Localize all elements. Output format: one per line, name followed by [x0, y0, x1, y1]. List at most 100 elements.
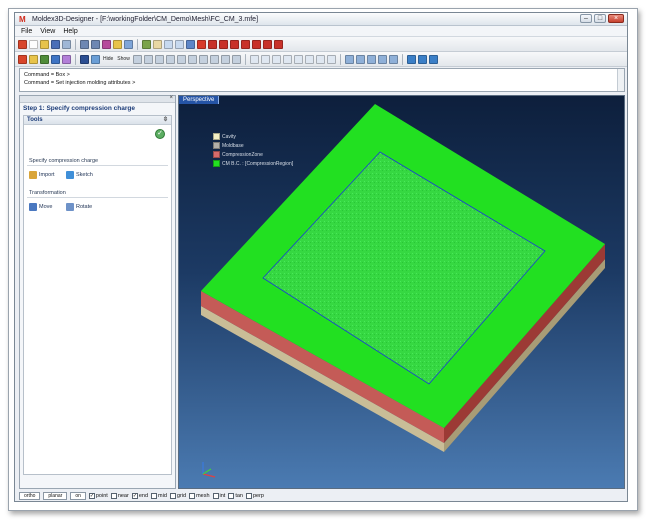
open-folder-icon[interactable] — [40, 39, 49, 49]
show-button[interactable]: Show — [116, 56, 131, 62]
select-icon[interactable] — [142, 39, 151, 49]
new-file-icon[interactable] — [29, 39, 38, 49]
point-tool-icon[interactable] — [18, 54, 27, 64]
snap-point[interactable]: ✓ point — [88, 493, 108, 499]
shape3-icon[interactable] — [176, 54, 186, 64]
confirm-check-icon[interactable]: ✓ — [155, 129, 165, 139]
check3-icon[interactable] — [428, 54, 438, 64]
snap-mesh[interactable]: mesh — [189, 493, 210, 499]
save-icon[interactable] — [51, 39, 60, 49]
sketch-button[interactable]: Sketch — [66, 171, 93, 179]
shape6-icon[interactable] — [209, 54, 219, 64]
mesh-tool-icon[interactable] — [51, 54, 60, 64]
checkbox-near[interactable] — [110, 493, 117, 499]
snap-icon[interactable] — [249, 54, 259, 64]
menu-help[interactable]: Help — [63, 28, 77, 35]
menu-file[interactable]: File — [21, 28, 32, 35]
measure2-icon[interactable] — [355, 54, 365, 64]
box-icon[interactable] — [132, 54, 142, 64]
planar-toggle[interactable]: planar — [43, 492, 68, 500]
snap-mid[interactable]: mid — [151, 493, 167, 499]
new-project-icon[interactable] — [18, 39, 27, 49]
view-iso-icon[interactable] — [263, 39, 272, 49]
on-toggle[interactable]: on — [70, 492, 86, 500]
measure4-icon[interactable] — [377, 54, 387, 64]
measure5-icon[interactable] — [388, 54, 398, 64]
shape-icon[interactable] — [154, 54, 164, 64]
close-panel-icon[interactable]: × — [169, 95, 173, 101]
view-left-icon[interactable] — [219, 39, 228, 49]
collapse-icon[interactable]: ⇳ — [163, 116, 168, 125]
snap-perp[interactable]: perp — [245, 493, 264, 499]
view-front-icon[interactable] — [197, 39, 206, 49]
view-back-icon[interactable] — [208, 39, 217, 49]
checkbox-mid[interactable] — [151, 493, 158, 499]
properties-icon[interactable] — [124, 39, 133, 49]
snap2-icon[interactable] — [260, 54, 270, 64]
snap6-icon[interactable] — [304, 54, 314, 64]
snap5-icon[interactable] — [293, 54, 303, 64]
measure-icon[interactable] — [344, 54, 354, 64]
print-icon[interactable] — [62, 39, 71, 49]
solid-icon[interactable] — [80, 54, 89, 64]
fit-view-icon[interactable] — [186, 39, 195, 49]
legend-swatch — [213, 151, 220, 158]
ortho-toggle[interactable]: ortho — [19, 492, 41, 500]
shape8-icon[interactable] — [231, 54, 241, 64]
checkbox-point[interactable]: ✓ — [88, 493, 95, 499]
command-log[interactable]: Command = Box > Command = Set injection … — [19, 68, 625, 92]
shape2-icon[interactable] — [165, 54, 175, 64]
legend: Cavity Moldbase CompressionZone CM B.C. … — [213, 132, 293, 168]
snap4-icon[interactable] — [282, 54, 292, 64]
undo-icon[interactable] — [80, 39, 89, 49]
view-iso2-icon[interactable] — [274, 39, 283, 49]
shape5-icon[interactable] — [198, 54, 208, 64]
light-icon[interactable] — [113, 39, 122, 49]
checkbox-int[interactable] — [212, 493, 219, 499]
checkbox-perp[interactable] — [245, 493, 252, 499]
view-top-icon[interactable] — [241, 39, 250, 49]
move-button[interactable]: Move — [29, 203, 52, 211]
view-right-icon[interactable] — [230, 39, 239, 49]
shape7-icon[interactable] — [220, 54, 230, 64]
snap-tan[interactable]: tan — [228, 493, 243, 499]
close-icon[interactable]: × — [608, 14, 624, 23]
measure3-icon[interactable] — [366, 54, 376, 64]
snap-end[interactable]: ✓ end — [131, 493, 148, 499]
checkbox-grid[interactable] — [169, 493, 176, 499]
checkbox-tan[interactable] — [228, 493, 235, 499]
rotate-button[interactable]: Rotate — [66, 203, 92, 211]
checkbox-end[interactable]: ✓ — [131, 493, 138, 499]
layer-tool-icon[interactable] — [62, 54, 71, 64]
zoom-icon[interactable] — [164, 39, 173, 49]
3d-viewport[interactable]: Perspective Cavity Moldbase CompressionZ… — [178, 95, 625, 489]
shape4-icon[interactable] — [187, 54, 197, 64]
minimize-icon[interactable]: – — [580, 14, 592, 23]
grid-tool-icon[interactable] — [40, 54, 49, 64]
import-button[interactable]: Import — [29, 171, 55, 179]
hide-button[interactable]: Hide — [102, 56, 114, 62]
snap8-icon[interactable] — [326, 54, 336, 64]
pan-icon[interactable] — [153, 39, 162, 49]
check2-icon[interactable] — [417, 54, 427, 64]
erase-icon[interactable] — [102, 39, 111, 49]
wire-icon[interactable] — [91, 54, 100, 64]
snap3-icon[interactable] — [271, 54, 281, 64]
snap-near[interactable]: near — [110, 493, 129, 499]
check-icon[interactable] — [406, 54, 416, 64]
checkbox-mesh[interactable] — [189, 493, 196, 499]
snap7-icon[interactable] — [315, 54, 325, 64]
snap-int[interactable]: int — [212, 493, 225, 499]
redo-icon[interactable] — [91, 39, 100, 49]
maximize-icon[interactable]: □ — [594, 14, 606, 23]
snap-grid[interactable]: grid — [169, 493, 186, 499]
view-tab-perspective[interactable]: Perspective — [179, 96, 220, 104]
view-bottom-icon[interactable] — [252, 39, 261, 49]
command-line: Command = Set injection molding attribut… — [24, 80, 136, 86]
menu-view[interactable]: View — [40, 28, 55, 35]
command-scrollbar[interactable] — [617, 69, 624, 91]
line-tool-icon[interactable] — [29, 54, 38, 64]
tools-header[interactable]: Tools ⇳ — [24, 116, 171, 125]
cylinder-icon[interactable] — [143, 54, 153, 64]
zoom-window-icon[interactable] — [175, 39, 184, 49]
